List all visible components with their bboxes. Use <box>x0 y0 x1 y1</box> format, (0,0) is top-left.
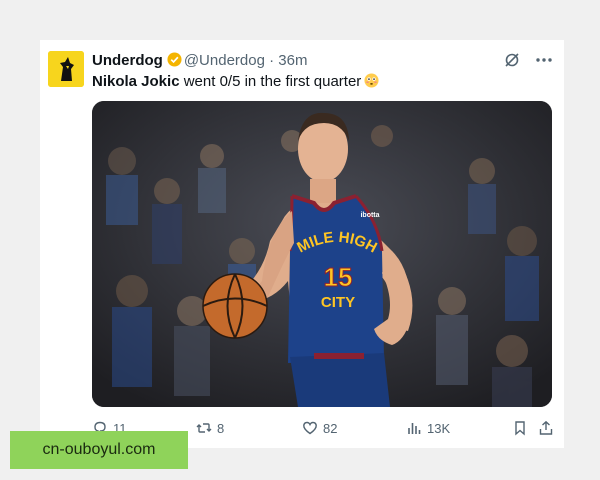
share-icon <box>539 420 553 435</box>
author-handle[interactable]: @Underdog <box>184 52 265 69</box>
watermark-label: cn-ouboyul.com <box>10 431 188 469</box>
grok-icon[interactable] <box>502 50 522 70</box>
flushed-face-emoji-icon <box>364 73 379 88</box>
like-button[interactable]: 82 <box>302 418 337 438</box>
underdog-logo-icon <box>48 51 84 87</box>
retweet-icon <box>196 423 212 433</box>
more-options-icon[interactable] <box>534 50 554 70</box>
retweet-button[interactable]: 8 <box>196 418 224 438</box>
bookmark-icon <box>515 421 525 436</box>
share-button[interactable] <box>538 418 554 438</box>
tweet-text-rest: went 0/5 in the first quarter <box>179 73 362 90</box>
analytics-icon <box>408 423 421 434</box>
tweet-photo[interactable]: MILE HIGH 15 CITY ibotta <box>92 101 552 407</box>
views-button[interactable]: 13K <box>406 418 450 438</box>
verified-badge-icon <box>167 52 182 67</box>
tweet-text-player: Nikola Jokic <box>92 73 180 90</box>
jersey-number: 15 <box>324 262 353 292</box>
heart-icon <box>303 421 317 435</box>
avatar[interactable] <box>48 51 84 87</box>
view-count: 13K <box>427 420 451 436</box>
tweet-text: Nikola Jokic went 0/5 in the first quart… <box>92 72 512 92</box>
like-count: 82 <box>323 420 338 436</box>
author-name[interactable]: Underdog <box>92 52 163 69</box>
jersey-line2: CITY <box>321 294 355 311</box>
tweet-top-actions <box>502 50 554 70</box>
basketball-player-photo: MILE HIGH 15 CITY ibotta <box>92 101 552 407</box>
tweet-header: Underdog @Underdog · 36m <box>92 52 492 70</box>
retweet-count: 8 <box>217 420 225 436</box>
header-separator: · <box>264 52 279 69</box>
jersey-sponsor: ibotta <box>360 212 379 219</box>
bookmark-button[interactable] <box>512 418 528 438</box>
tweet-timestamp[interactable]: 36m <box>278 52 307 69</box>
